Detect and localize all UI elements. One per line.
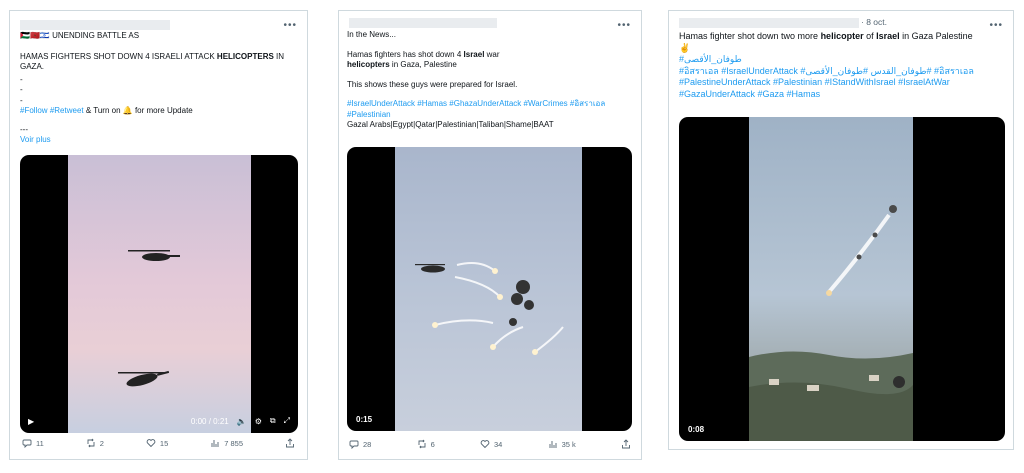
like-button[interactable]: 34 <box>480 439 502 449</box>
volume-icon[interactable]: 🔈 <box>237 417 247 426</box>
retweet-button[interactable]: 2 <box>86 438 104 448</box>
share-button[interactable] <box>285 438 295 448</box>
share-icon <box>622 439 630 449</box>
tweet-date: · 8 oct. <box>861 17 887 27</box>
tweet-text: In the News... Hamas fighters has shot d… <box>347 30 637 131</box>
retweet-icon <box>418 439 426 449</box>
views-icon <box>549 441 557 448</box>
video-player[interactable]: ▶ 0:00 / 0:21 🔈 ⚙ ⧉ ⤢ <box>20 155 298 433</box>
pip-icon[interactable]: ⧉ <box>270 416 276 426</box>
see-more-link[interactable]: Voir plus <box>20 135 300 146</box>
video-duration: 0:08 <box>685 424 708 435</box>
reply-button[interactable]: 11 <box>22 438 44 448</box>
tweet-card-3: · 8 oct. ••• Hamas fighter shot down two… <box>668 10 1014 450</box>
heart-icon <box>480 440 490 449</box>
fullscreen-icon[interactable]: ⤢ <box>284 416 290 426</box>
video-frame <box>749 117 913 441</box>
video-duration: 0:15 <box>353 414 376 425</box>
video-player[interactable]: 0:08 <box>679 117 1005 441</box>
views-icon <box>211 440 219 447</box>
heart-icon <box>146 439 156 448</box>
redacted-username <box>349 18 497 28</box>
more-icon[interactable]: ••• <box>989 20 1003 31</box>
play-icon[interactable]: ▶ <box>28 417 34 426</box>
redacted-username <box>20 20 170 30</box>
tweet-card-1: ••• 🇵🇸🇲🇦🇮🇱 UNENDING BATTLE AS HAMAS FIGH… <box>9 10 308 460</box>
action-bar: 11 2 15 7 855 <box>10 438 307 448</box>
arabic-hashtag[interactable]: #طوفان_الأقصى <box>679 54 1007 66</box>
reply-icon <box>349 440 359 449</box>
share-icon <box>286 438 294 448</box>
retweet-icon <box>87 438 95 448</box>
hashtag-follow[interactable]: #Follow <box>20 106 48 115</box>
video-controls: ▶ 0:00 / 0:21 🔈 ⚙ ⧉ ⤢ <box>20 409 298 433</box>
flags: 🇵🇸🇲🇦🇮🇱 <box>20 31 50 40</box>
video-frame <box>395 147 582 431</box>
video-player[interactable]: 0:15 <box>347 147 632 431</box>
more-icon[interactable]: ••• <box>283 20 297 31</box>
tweet-card-2: ••• In the News... Hamas fighters has sh… <box>338 10 642 460</box>
action-bar: 28 6 34 35 k <box>339 439 641 449</box>
settings-icon[interactable]: ⚙ <box>255 417 262 426</box>
header-line: UNENDING BATTLE AS <box>52 31 140 40</box>
helicopter-flares-image <box>415 262 564 355</box>
video-time: 0:00 / 0:21 <box>190 416 229 426</box>
tweet-text: 🇵🇸🇲🇦🇮🇱 UNENDING BATTLE AS HAMAS FIGHTERS… <box>20 31 300 146</box>
hashtags[interactable]: #IsraelUnderAttack #Hamas #GhazaUnderAtt… <box>347 99 637 120</box>
redacted-username <box>679 18 859 28</box>
helicopters-image <box>118 250 180 387</box>
emoji: ✌️ <box>679 42 691 53</box>
helicopter-hit-image <box>749 205 913 441</box>
views-button[interactable]: 7 855 <box>210 438 243 448</box>
reply-button[interactable]: 28 <box>349 439 371 449</box>
hashtags[interactable]: #อิสราเอล #IsraelUnderAttack #طوفان_القد… <box>679 66 1007 101</box>
video-frame <box>68 155 251 433</box>
tweet-text: Hamas fighter shot down two more helicop… <box>679 31 1007 100</box>
share-button[interactable] <box>621 439 631 449</box>
like-button[interactable]: 15 <box>146 438 168 448</box>
reply-icon <box>22 439 32 448</box>
retweet-button[interactable]: 6 <box>417 439 435 449</box>
views-button[interactable]: 35 k <box>548 439 576 449</box>
hashtag-retweet[interactable]: #Retweet <box>50 106 84 115</box>
